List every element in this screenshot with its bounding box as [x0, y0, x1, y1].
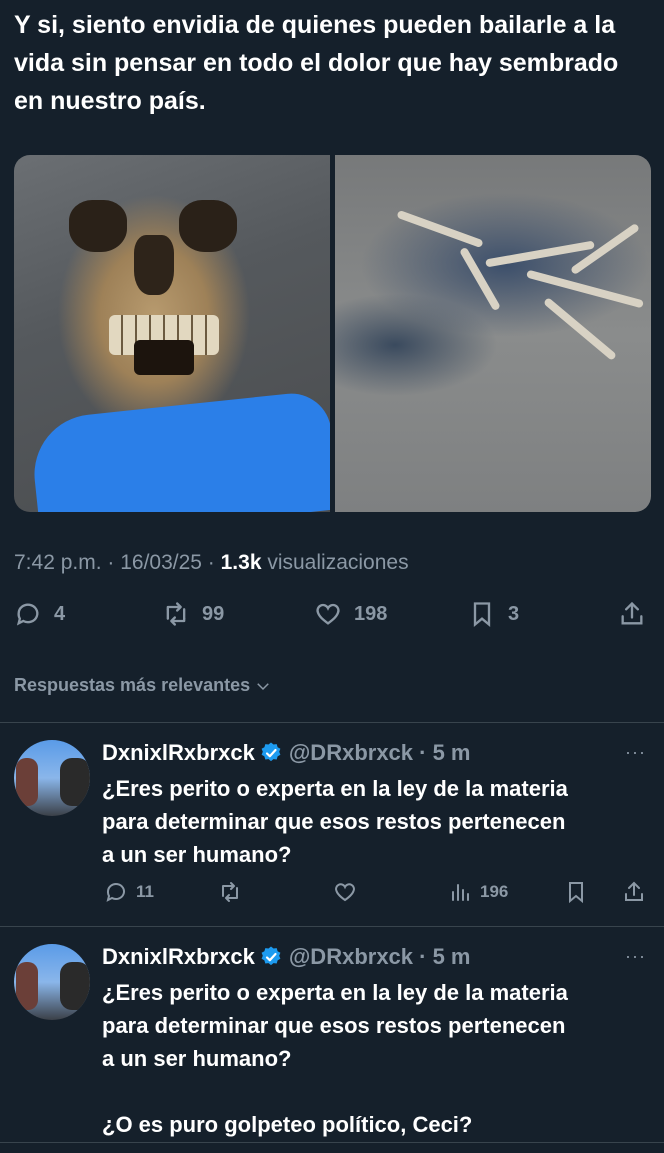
tweet-actions: 4 99 198 3: [14, 600, 650, 640]
tweet-text: Y si, siento envidia de quienes pueden b…: [14, 11, 619, 115]
avatar[interactable]: [14, 740, 90, 816]
reply-header: DxnixlRxbrxck @DRxbrxck · 5 m: [102, 740, 471, 766]
reply-icon: [16, 603, 39, 626]
bookmark-icon: [569, 882, 583, 904]
reply-author-name[interactable]: DxnixlRxbrxck: [102, 740, 255, 766]
avatar[interactable]: [14, 944, 90, 1020]
views-label: visualizaciones: [261, 551, 409, 574]
more-options-button[interactable]: ···: [625, 742, 646, 763]
tweet-meta: 7:42 p.m. · 16/03/25 · 1.3k visualizacio…: [14, 551, 409, 575]
like-icon: [335, 883, 355, 902]
retweet-icon: [222, 882, 238, 902]
divider: [0, 1142, 664, 1143]
reply-count: 11: [136, 882, 154, 901]
bookmark-button[interactable]: [564, 880, 588, 904]
reply-line: para determinar que esos restos pertenec…: [102, 809, 566, 834]
reply-text: ¿Eres perito o experta en la ley de la m…: [102, 772, 654, 871]
reply-item[interactable]: DxnixlRxbrxck @DRxbrxck · 5 m ··· ¿Eres …: [0, 722, 664, 926]
retweet-icon: [166, 602, 186, 626]
reply-header: DxnixlRxbrxck @DRxbrxck · 5 m: [102, 944, 471, 970]
replies-sort-dropdown[interactable]: Respuestas más relevantes: [14, 675, 272, 696]
reply-line: ¿O es puro golpeteo político, Ceci?: [102, 1112, 473, 1137]
reply-line: para determinar que esos restos pertenec…: [102, 1013, 566, 1038]
reply-line: ¿Eres perito o experta en la ley de la m…: [102, 776, 568, 801]
retweet-count: 99: [202, 602, 225, 625]
views-icon: [452, 884, 469, 901]
retweet-button[interactable]: 99: [162, 600, 224, 628]
share-icon: [621, 601, 643, 625]
like-button[interactable]: 198: [314, 600, 387, 628]
sort-label: Respuestas más relevantes: [14, 675, 251, 695]
reply-handle[interactable]: @DRxbrxck · 5 m: [289, 740, 471, 766]
remains-photo[interactable]: [335, 155, 651, 512]
chevron-down-icon: [257, 682, 269, 690]
reply-line: a un ser humano?: [102, 842, 292, 867]
reply-icon: [106, 883, 125, 902]
views-button[interactable]: 196: [448, 880, 508, 904]
reply-line: ¿Eres perito o experta en la ley de la m…: [102, 980, 568, 1005]
skull-photo[interactable]: [14, 155, 330, 512]
bookmark-count: 3: [508, 602, 520, 625]
reply-text: ¿Eres perito o experta en la ley de la m…: [102, 976, 654, 1141]
tweet-media[interactable]: [14, 155, 651, 512]
like-count: 198: [354, 602, 388, 625]
retweet-button[interactable]: [218, 880, 242, 904]
share-button[interactable]: [622, 880, 646, 904]
reply-button[interactable]: 11: [104, 880, 154, 904]
like-icon: [316, 603, 340, 625]
tweet-time: 7:42 p.m. · 16/03/25 ·: [14, 551, 221, 574]
more-options-button[interactable]: ···: [625, 946, 646, 967]
views-count: 1.3k: [220, 551, 262, 574]
reply-line: [102, 1075, 654, 1108]
reply-line: a un ser humano?: [102, 1046, 292, 1071]
reply-actions: 11 196: [102, 880, 650, 910]
share-icon: [625, 881, 643, 901]
bookmark-button[interactable]: 3: [468, 600, 519, 628]
reply-item[interactable]: DxnixlRxbrxck @DRxbrxck · 5 m ··· ¿Eres …: [0, 926, 664, 1153]
like-button[interactable]: [333, 880, 357, 904]
bookmark-icon: [473, 602, 491, 627]
share-button[interactable]: [618, 600, 646, 628]
reply-button[interactable]: 4: [14, 600, 65, 628]
views-count: 196: [480, 882, 509, 901]
verified-icon: [261, 946, 281, 966]
reply-author-name[interactable]: DxnixlRxbrxck: [102, 944, 255, 970]
verified-icon: [261, 742, 281, 762]
reply-count: 4: [54, 602, 66, 625]
reply-handle[interactable]: @DRxbrxck · 5 m: [289, 944, 471, 970]
